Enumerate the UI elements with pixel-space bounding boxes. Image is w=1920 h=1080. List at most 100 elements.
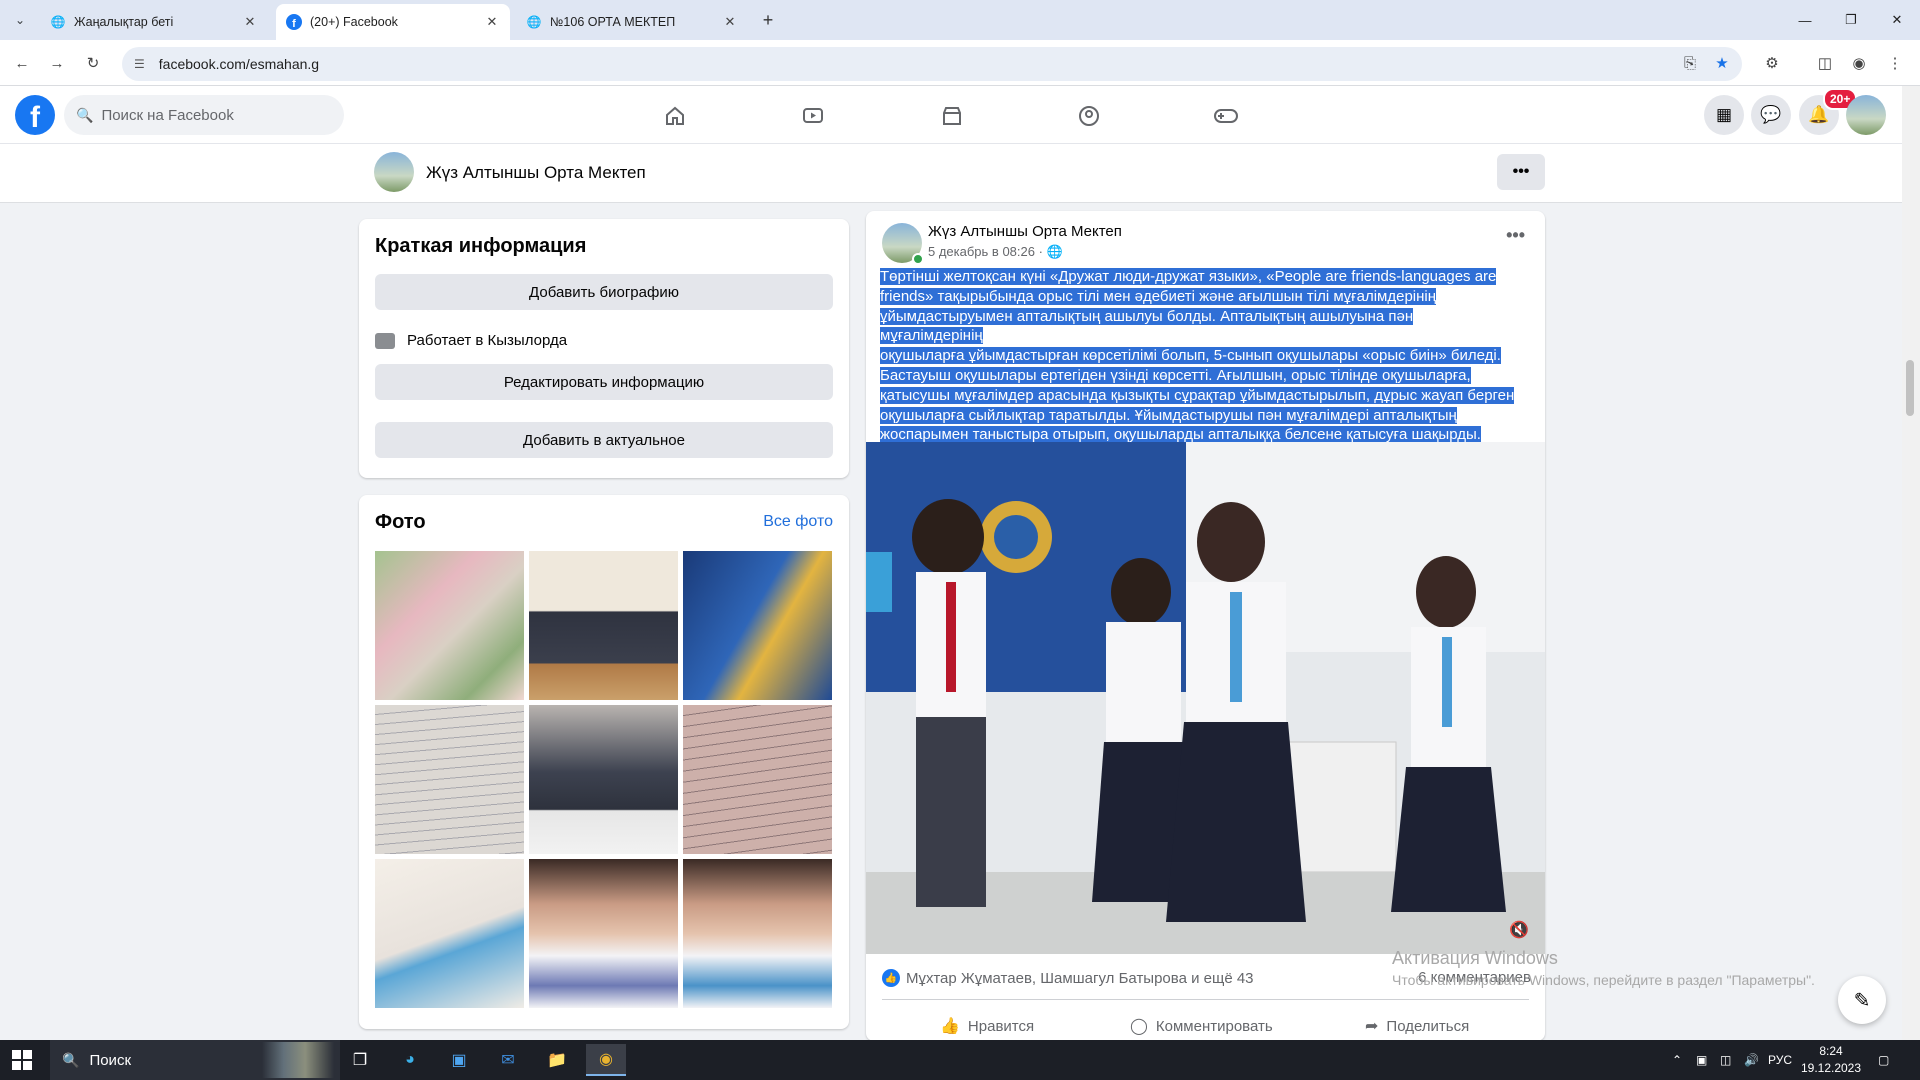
install-app-icon[interactable]: ⎘ <box>1679 52 1701 74</box>
post-text-line: оқушыларға сыйлықтар таратылды. Ұйымдаст… <box>880 406 1457 424</box>
search-placeholder: Поиск на Facebook <box>101 106 234 124</box>
post-text-line: оқушыларға ұйымдастырған көрсетілімі бол… <box>880 347 1501 365</box>
page-name[interactable]: Жүз Алтыншы Орта Мектеп <box>426 163 646 183</box>
notification-center-icon[interactable]: ▢ <box>1878 1040 1889 1080</box>
photo-thumbnail[interactable] <box>375 551 524 700</box>
all-photos-link[interactable]: Все фото <box>763 513 833 531</box>
facebook-search-input[interactable]: 🔍 Поиск на Facebook <box>64 95 344 135</box>
comment-label: Комментировать <box>1155 1017 1273 1035</box>
tab-title: Жаңалықтар беті <box>74 15 174 29</box>
marketplace-icon[interactable] <box>934 98 970 134</box>
globe-favicon-icon: 🌐 <box>526 15 542 29</box>
page-scrollbar[interactable] <box>1902 86 1920 1040</box>
post-text-line: қатысушы мұғалімдер арасында қызықты сұр… <box>880 386 1515 404</box>
photos-title: Фото <box>375 511 426 533</box>
tray-overflow-icon[interactable]: ⌃ <box>1672 1040 1682 1080</box>
bookmark-star-icon[interactable]: ★ <box>1711 52 1733 74</box>
post-text-line: ұйымдастыруымен апталықтың ашылуы болды.… <box>880 307 1414 345</box>
task-view-icon[interactable]: ❐ <box>340 1044 380 1076</box>
tab-title: (20+) Facebook <box>310 15 398 29</box>
side-panel-icon[interactable]: ◫ <box>1814 52 1836 74</box>
photo-thumbnail[interactable] <box>683 551 832 700</box>
post-author-name[interactable]: Жүз Алтыншы Орта Мектеп <box>928 223 1122 240</box>
tab-search-menu-icon[interactable]: ⌄ <box>8 8 32 32</box>
groups-icon[interactable] <box>1071 98 1107 134</box>
back-icon[interactable]: ← <box>9 50 35 76</box>
post-text: Төртінші желтоқсан күні «Дружат люди-дру… <box>880 267 1516 445</box>
windows-start-icon[interactable] <box>12 1050 32 1070</box>
edge-browser-icon[interactable]: ◕ <box>390 1044 430 1076</box>
post-more-options-icon[interactable]: ••• <box>1506 225 1525 246</box>
post-date-text: 5 декабрь в 08:26 · <box>928 244 1043 259</box>
mail-icon[interactable]: ✉ <box>488 1044 528 1076</box>
work-text: Работает в Кызылорда <box>407 332 568 349</box>
like-button[interactable]: 👍 Нравится <box>940 1008 1034 1044</box>
thumbs-up-icon: 👍 <box>940 1018 960 1035</box>
mute-icon[interactable]: 🔇 <box>1509 920 1529 940</box>
scrollbar-thumb[interactable] <box>1906 360 1914 416</box>
comment-button[interactable]: ◯ Комментировать <box>1130 1008 1273 1044</box>
browser-tab-3[interactable]: 🌐 №106 ОРТА МЕКТЕП ✕ <box>516 4 748 40</box>
site-info-icon[interactable]: ☰ <box>134 57 145 71</box>
add-bio-button[interactable]: Добавить биографию <box>375 274 833 310</box>
microsoft-store-icon[interactable]: ▣ <box>439 1044 479 1076</box>
chrome-taskbar-icon[interactable]: ◉ <box>586 1044 626 1076</box>
volume-icon[interactable]: 🔊 <box>1744 1040 1759 1080</box>
photo-thumbnail[interactable] <box>529 705 678 854</box>
post-video[interactable]: 🔇 <box>866 442 1545 954</box>
photo-thumbnail[interactable] <box>529 859 678 1008</box>
facebook-logo-icon[interactable]: f <box>15 95 55 135</box>
photo-thumbnail[interactable] <box>683 859 832 1008</box>
restore-icon[interactable]: ❐ <box>1828 0 1874 40</box>
tray-device-icon[interactable]: ▣ <box>1696 1040 1707 1080</box>
account-avatar[interactable] <box>1846 95 1886 135</box>
address-bar[interactable]: ☰ facebook.com/esmahan.g <box>122 47 1742 81</box>
activation-watermark-text: Чтобы активировать Windows, перейдите в … <box>1392 972 1815 988</box>
close-window-icon[interactable]: ✕ <box>1874 0 1920 40</box>
language-indicator[interactable]: РУС <box>1768 1040 1792 1080</box>
share-label: Поделиться <box>1386 1017 1470 1035</box>
reactions-summary[interactable]: 👍 Мұхтар Жұматаев, Шамшагул Батырова и е… <box>882 969 1254 987</box>
photo-thumbnail[interactable] <box>529 551 678 700</box>
photos-card: Фото Все фото <box>359 495 849 1029</box>
url-text: facebook.com/esmahan.g <box>158 56 320 72</box>
new-tab-icon[interactable]: + <box>756 8 780 32</box>
edit-info-button[interactable]: Редактировать информацию <box>375 364 833 400</box>
chrome-menu-icon[interactable]: ⋮ <box>1884 52 1906 74</box>
minimize-icon[interactable]: — <box>1782 0 1828 40</box>
reactions-text: Мұхтар Жұматаев, Шамшагул Батырова и ещё… <box>906 969 1254 987</box>
page-name-bar: Жүз Алтыншы Орта Мектеп ••• <box>0 144 1902 203</box>
file-explorer-icon[interactable]: 📁 <box>537 1044 577 1076</box>
forward-icon[interactable]: → <box>44 50 70 76</box>
extensions-icon[interactable]: ⚙ <box>1761 52 1783 74</box>
page-avatar[interactable] <box>374 152 414 192</box>
network-icon[interactable]: ◫ <box>1720 1040 1731 1080</box>
page-more-options-icon[interactable]: ••• <box>1497 154 1545 190</box>
photo-thumbnail[interactable] <box>375 859 524 1008</box>
add-featured-button[interactable]: Добавить в актуальное <box>375 422 833 458</box>
watch-video-icon[interactable] <box>795 98 831 134</box>
facebook-favicon-icon: f <box>286 14 302 30</box>
share-button[interactable]: ➦ Поделиться <box>1365 1008 1469 1044</box>
post-timestamp[interactable]: 5 декабрь в 08:26 · 🌐 <box>928 244 1063 260</box>
browser-toolbar: ← → ↻ ☰ facebook.com/esmahan.g ⎘ ★ ⚙ ◫ ◉… <box>0 40 1920 86</box>
close-tab-icon[interactable]: ✕ <box>722 14 738 30</box>
menu-grid-icon[interactable]: ▦ <box>1704 95 1744 135</box>
close-tab-icon[interactable]: ✕ <box>242 14 258 30</box>
new-message-compose-icon[interactable]: ✎ <box>1838 976 1886 1024</box>
close-tab-icon[interactable]: ✕ <box>484 14 500 30</box>
taskbar-clock[interactable]: 8:24 19.12.2023 <box>1800 1043 1862 1077</box>
clock-time: 8:24 <box>1819 1044 1843 1058</box>
photo-thumbnail[interactable] <box>375 705 524 854</box>
home-icon[interactable] <box>657 98 693 134</box>
taskbar-search[interactable]: 🔍 Поиск <box>50 1040 340 1080</box>
browser-tab-1[interactable]: 🌐 Жаңалықтар беті ✕ <box>40 4 268 40</box>
reload-icon[interactable]: ↻ <box>80 50 106 76</box>
photo-thumbnail[interactable] <box>683 705 832 854</box>
profile-icon[interactable]: ◉ <box>1848 52 1870 74</box>
tab-favicon-icon: 🌐 <box>50 15 66 29</box>
activation-watermark-title: Активация Windows <box>1392 948 1558 968</box>
gaming-icon[interactable] <box>1208 98 1244 134</box>
browser-tab-2[interactable]: f (20+) Facebook ✕ <box>276 4 510 40</box>
messenger-icon[interactable]: 💬 <box>1751 95 1791 135</box>
